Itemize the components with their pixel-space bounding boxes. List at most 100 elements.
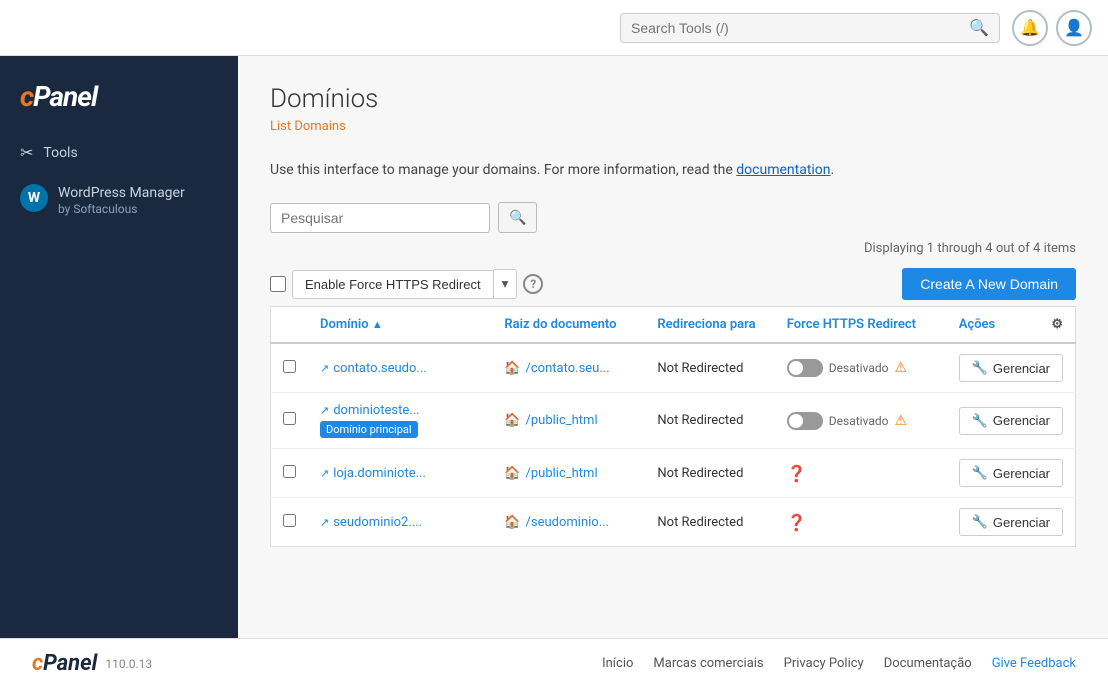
row1-root-link[interactable]: /contato.seu... [526, 361, 610, 376]
wordpress-sublabel: by Softaculous [58, 202, 185, 218]
footer-link-inicio[interactable]: Início [602, 656, 633, 671]
search-submit-icon[interactable]: 🔍 [969, 18, 989, 38]
breadcrumb-link[interactable]: List Domains [270, 119, 346, 134]
sidebar-item-wordpress[interactable]: W WordPress Manager by Softaculous [0, 172, 238, 230]
footer: cPanel 110.0.13 Início Marcas comerciais… [0, 638, 1108, 688]
toolbar-row: Enable Force HTTPS Redirect ▾ ? Create A… [270, 262, 1076, 306]
row4-manage-icon: 🔧 [972, 514, 988, 530]
row2-manage-icon: 🔧 [972, 413, 988, 429]
enable-https-button[interactable]: Enable Force HTTPS Redirect [292, 270, 494, 299]
description-end: . [831, 162, 835, 178]
displaying-row: Displaying 1 through 4 out of 4 items [270, 241, 1076, 256]
https-dropdown-caret[interactable]: ▾ [494, 269, 518, 299]
row3-redirect: Not Redirected [645, 449, 774, 498]
tools-icon: ✂ [20, 143, 33, 162]
row2-main-badge: Domínio principal [320, 421, 418, 438]
row4-root: 🏠 /seudominio... [492, 498, 645, 547]
th-domain[interactable]: Domínio ▲ [308, 307, 492, 344]
wordpress-text: WordPress Manager by Softaculous [58, 184, 185, 218]
row4-manage-button[interactable]: 🔧 Gerenciar [959, 508, 1063, 536]
row4-domain: ↗ seudominio2.... [308, 498, 492, 547]
row3-root-link[interactable]: /public_html [526, 466, 598, 481]
table-row: ↗ dominioteste... Domínio principal 🏠 /p… [271, 393, 1076, 449]
row3-manage-icon: 🔧 [972, 465, 988, 481]
https-dropdown: Enable Force HTTPS Redirect ▾ [292, 269, 517, 299]
layout: cPanel ✂ Tools W WordPress Manager by So… [0, 56, 1108, 638]
footer-link-feedback[interactable]: Give Feedback [992, 656, 1076, 671]
row2-checkbox[interactable] [283, 412, 296, 425]
row4-root-link[interactable]: /seudominio... [526, 515, 609, 530]
row1-domain-link[interactable]: ↗ contato.seudo... [320, 361, 480, 376]
th-actions: Ações ⚙ [947, 307, 1076, 344]
toolbar-left: Enable Force HTTPS Redirect ▾ ? [270, 269, 543, 299]
row4-https: ❓ [775, 498, 947, 547]
row4-https-question-icon[interactable]: ❓ [787, 513, 807, 532]
footer-link-marcas[interactable]: Marcas comerciais [653, 656, 763, 671]
row1-external-icon: ↗ [320, 362, 329, 375]
sidebar-item-tools[interactable]: ✂ Tools [0, 133, 238, 172]
row3-external-icon: ↗ [320, 467, 329, 480]
user-profile-icon[interactable]: 👤 [1056, 10, 1092, 46]
documentation-link[interactable]: documentation [736, 162, 830, 178]
row4-actions: 🔧 Gerenciar [947, 498, 1076, 547]
row2-root: 🏠 /public_html [492, 393, 645, 449]
th-https: Force HTTPS Redirect [775, 307, 947, 344]
footer-link-privacy[interactable]: Privacy Policy [784, 656, 864, 671]
row2-manage-button[interactable]: 🔧 Gerenciar [959, 407, 1063, 435]
table-body: ↗ contato.seudo... 🏠 /contato.seu... Not… [271, 343, 1076, 547]
table-search-input[interactable] [270, 203, 490, 233]
footer-link-docs[interactable]: Documentação [884, 656, 972, 671]
row3-root: 🏠 /public_html [492, 449, 645, 498]
gear-settings-icon[interactable]: ⚙ [1051, 317, 1063, 332]
table-header-row: Domínio ▲ Raiz do documento Redireciona … [271, 307, 1076, 344]
row2-actions: 🔧 Gerenciar [947, 393, 1076, 449]
notifications-icon[interactable]: 🔔 [1012, 10, 1048, 46]
sidebar-item-tools-label: Tools [43, 145, 77, 161]
table-row: ↗ loja.dominiote... 🏠 /public_html Not R… [271, 449, 1076, 498]
row1-redirect: Not Redirected [645, 343, 774, 393]
row3-domain: ↗ loja.dominiote... [308, 449, 492, 498]
row1-manage-button[interactable]: 🔧 Gerenciar [959, 354, 1063, 382]
search-input[interactable] [631, 20, 969, 36]
row2-domain: ↗ dominioteste... Domínio principal [308, 393, 492, 449]
th-check [271, 307, 309, 344]
row3-manage-button[interactable]: 🔧 Gerenciar [959, 459, 1063, 487]
row1-toggle[interactable] [787, 359, 823, 377]
help-icon[interactable]: ? [523, 274, 543, 294]
row3-https-question-icon[interactable]: ❓ [787, 464, 807, 483]
row4-check [271, 498, 309, 547]
row1-actions: 🔧 Gerenciar [947, 343, 1076, 393]
search-bar[interactable]: 🔍 [620, 13, 1000, 43]
row3-domain-link[interactable]: ↗ loja.dominiote... [320, 466, 480, 481]
th-root: Raiz do documento [492, 307, 645, 344]
cpanel-logo: cPanel [20, 80, 97, 113]
footer-logo: cPanel 110.0.13 [32, 651, 152, 676]
row3-checkbox[interactable] [283, 465, 296, 478]
row4-domain-link[interactable]: ↗ seudominio2.... [320, 515, 480, 530]
row1-https-label: Desativado [829, 361, 889, 375]
row3-home-icon: 🏠 [504, 466, 520, 481]
th-redirect: Redireciona para [645, 307, 774, 344]
main-content: Domínios List Domains Use this interface… [238, 56, 1108, 638]
wordpress-label: WordPress Manager [58, 184, 185, 202]
wordpress-icon: W [20, 184, 48, 212]
table-row: ↗ contato.seudo... 🏠 /contato.seu... Not… [271, 343, 1076, 393]
row2-home-icon: 🏠 [504, 413, 520, 428]
row1-home-icon: 🏠 [504, 361, 520, 376]
row1-checkbox[interactable] [283, 360, 296, 373]
domains-table: Domínio ▲ Raiz do documento Redireciona … [270, 306, 1076, 547]
displaying-text: Displaying 1 through 4 out of 4 items [864, 241, 1076, 256]
table-search-button[interactable]: 🔍 [498, 202, 537, 233]
row2-toggle[interactable] [787, 412, 823, 430]
sidebar-logo: cPanel [0, 64, 238, 133]
row2-domain-text: dominioteste... [333, 403, 419, 418]
row2-redirect: Not Redirected [645, 393, 774, 449]
row4-domain-text: seudominio2.... [333, 515, 422, 530]
row2-root-link[interactable]: /public_html [526, 413, 598, 428]
select-all-checkbox[interactable] [270, 276, 286, 292]
row3-actions: 🔧 Gerenciar [947, 449, 1076, 498]
row2-domain-link[interactable]: ↗ dominioteste... [320, 403, 480, 418]
row4-checkbox[interactable] [283, 514, 296, 527]
row2-https-label: Desativado [829, 414, 889, 428]
create-domain-button[interactable]: Create A New Domain [902, 268, 1076, 300]
